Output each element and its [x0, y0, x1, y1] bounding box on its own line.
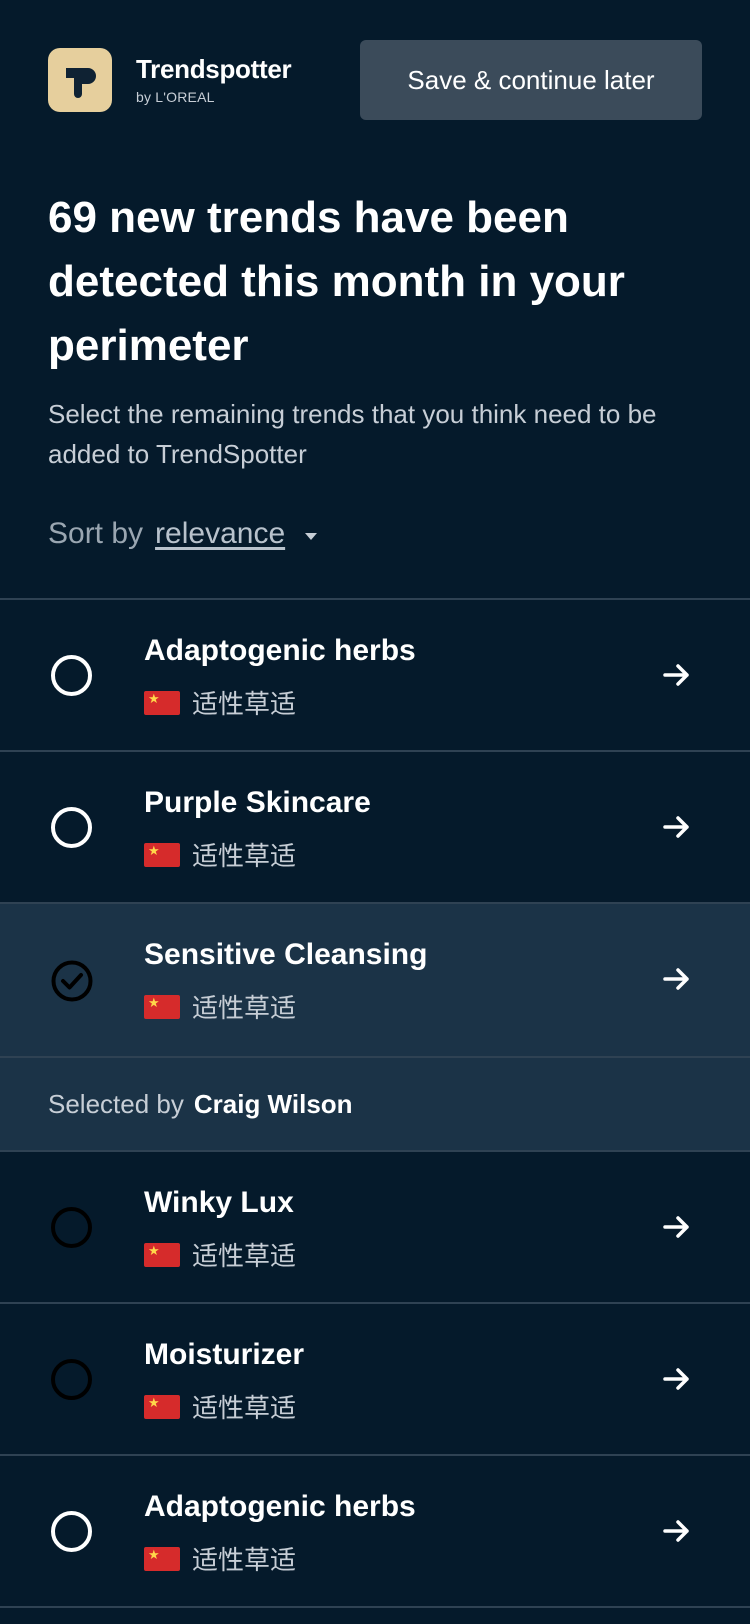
- sort-value-dropdown[interactable]: relevance: [155, 517, 285, 551]
- trend-row[interactable]: Purple Skincare 适性草适: [0, 750, 750, 902]
- trend-region: 适性草适: [144, 1236, 296, 1273]
- trend-title: Moisturizer: [144, 1338, 305, 1371]
- selected-by-info: Selected by Craig Wilson: [0, 1056, 750, 1150]
- page-title: 69 new trends have been detected this mo…: [48, 193, 625, 370]
- china-flag-icon: [144, 1242, 180, 1267]
- trend-region: 适性草适: [144, 684, 296, 721]
- trend-row[interactable]: Adaptogenic herbs 适性草适: [0, 1454, 750, 1606]
- trend-local-name: 适性草适: [192, 841, 297, 871]
- trend-region: 适性草适: [144, 1388, 296, 1425]
- china-flag-icon: [144, 842, 180, 867]
- trend-title: Adaptogenic herbs: [144, 634, 416, 667]
- selected-by-user: Craig Wilson: [193, 1088, 353, 1119]
- trendspotter-logo-icon: [48, 48, 112, 112]
- selected-by-label: Selected by: [48, 1088, 184, 1119]
- radio-unchecked-icon[interactable]: [51, 1511, 92, 1552]
- trend-selection-page: Trendspotter by L'OREAL Save & continue …: [0, 0, 750, 1624]
- arrow-right-icon[interactable]: [662, 660, 692, 690]
- page-subtitle: Select the remaining trends that you thi…: [48, 399, 657, 469]
- arrow-right-icon[interactable]: [662, 964, 692, 994]
- brand: Trendspotter by L'OREAL: [136, 54, 292, 105]
- brand-name: Trendspotter: [136, 54, 292, 84]
- trend-region: 适性草适: [144, 988, 296, 1025]
- trend-local-name: 适性草适: [192, 689, 297, 719]
- trend-row[interactable]: Winky Lux 适性草适: [0, 1150, 750, 1302]
- save-continue-later-button[interactable]: Save & continue later: [360, 40, 702, 120]
- trend-local-name: 适性草适: [192, 1393, 297, 1423]
- trend-title: Adaptogenic herbs: [144, 1490, 416, 1523]
- arrow-right-icon[interactable]: [662, 1364, 692, 1394]
- radio-unchecked-icon[interactable]: [51, 807, 92, 848]
- radio-unchecked-icon[interactable]: [51, 1207, 92, 1248]
- arrow-right-icon[interactable]: [662, 1212, 692, 1242]
- china-flag-icon: [144, 1546, 180, 1571]
- header: Trendspotter by L'OREAL Save & continue …: [48, 40, 702, 120]
- radio-unchecked-icon[interactable]: [51, 655, 92, 696]
- trend-region: 适性草适: [144, 836, 296, 873]
- trend-local-name: 适性草适: [192, 1545, 297, 1575]
- trend-title: Purple Skincare: [144, 786, 371, 819]
- sort-label: Sort by: [48, 517, 144, 550]
- arrow-right-icon[interactable]: [662, 1516, 692, 1546]
- trend-local-name: 适性草适: [192, 993, 297, 1023]
- china-flag-icon: [144, 994, 180, 1019]
- arrow-right-icon[interactable]: [662, 812, 692, 842]
- trend-local-name: 适性草适: [192, 1241, 297, 1271]
- china-flag-icon: [144, 690, 180, 715]
- china-flag-icon: [144, 1394, 180, 1419]
- radio-unchecked-icon[interactable]: [51, 1359, 92, 1400]
- list-divider: [0, 1606, 750, 1608]
- brand-subtitle: by L'OREAL: [136, 89, 215, 105]
- trend-title: Winky Lux: [144, 1186, 294, 1219]
- trend-title: Sensitive Cleansing: [144, 938, 428, 971]
- trend-list: Adaptogenic herbs 适性草适 Purple Skincare 适…: [0, 598, 750, 1608]
- caret-down-icon[interactable]: [305, 532, 318, 540]
- radio-checked-icon[interactable]: [51, 960, 93, 1002]
- trend-row[interactable]: Adaptogenic herbs 适性草适: [0, 598, 750, 750]
- sort-control[interactable]: Sort by relevance: [48, 514, 318, 554]
- trend-row[interactable]: Moisturizer 适性草适: [0, 1302, 750, 1454]
- trend-region: 适性草适: [144, 1540, 296, 1577]
- trend-row-selected[interactable]: Sensitive Cleansing 适性草适: [0, 902, 750, 1056]
